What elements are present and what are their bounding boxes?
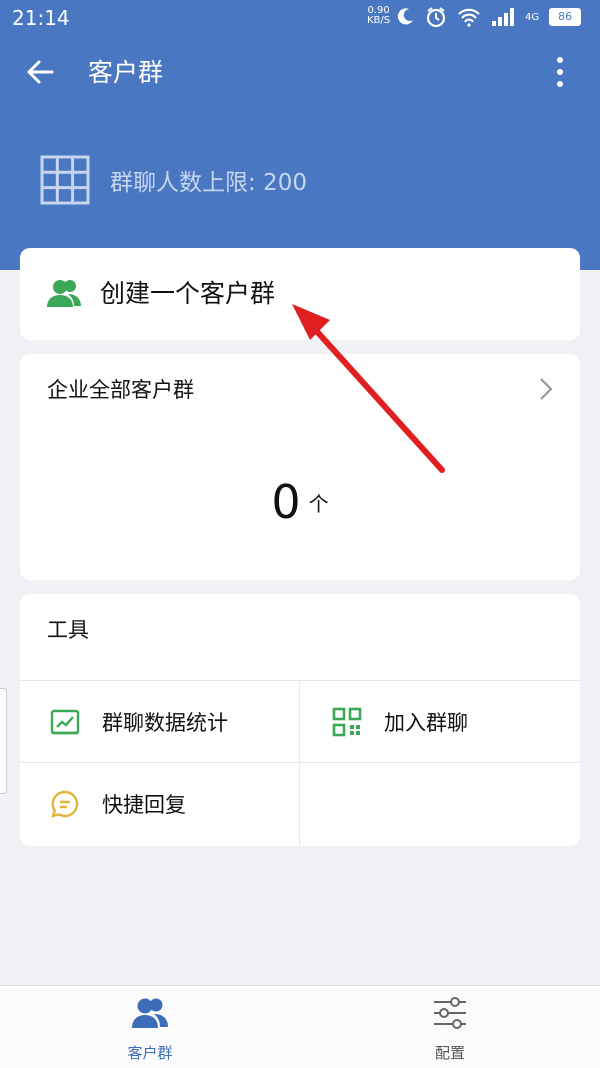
status-bar: 21:14 0.90 KB/S 4G 86 [0, 0, 600, 36]
tool-label: 快捷回复 [102, 793, 186, 817]
tab-label: 配置 [434, 1044, 465, 1062]
network-type: 4G [525, 11, 540, 23]
network-speed: 0.90 KB/S [367, 6, 390, 26]
tool-label: 加入群聊 [384, 711, 468, 735]
tools-card: 工具 群聊数据统计 加入群聊 快捷回复 [20, 594, 580, 846]
tool-label: 群聊数据统计 [102, 711, 228, 735]
battery-icon: 86 [549, 8, 582, 26]
status-icons: 4G 86 [395, 6, 582, 28]
chat-bubble-icon [51, 790, 79, 818]
group-count: 0个 [20, 472, 580, 532]
tool-group-stats[interactable]: 群聊数据统计 [20, 681, 299, 763]
chart-icon [50, 709, 80, 735]
chevron-right-icon [540, 378, 553, 400]
page-title: 客户群 [88, 58, 164, 87]
signal-icon [492, 8, 514, 26]
status-time: 21:14 [12, 6, 70, 30]
more-options-icon[interactable] [546, 54, 574, 90]
top-bar: 客户群 [0, 36, 600, 112]
people-icon [132, 998, 168, 1028]
network-speed-unit: KB/S [367, 15, 391, 26]
create-group-button[interactable]: 创建一个客户群 [20, 248, 580, 340]
bottom-tab-bar: 客户群 配置 [0, 985, 600, 1068]
back-arrow-icon[interactable] [24, 56, 56, 88]
tool-quick-reply[interactable]: 快捷回复 [20, 763, 299, 845]
tab-customer-groups[interactable]: 客户群 [90, 996, 210, 1063]
grid-icon [40, 155, 90, 205]
group-count-unit: 个 [308, 491, 329, 516]
wifi-icon [458, 8, 480, 27]
header: 21:14 0.90 KB/S 4G 86 客户群 群聊人数上限: 200 [0, 0, 600, 270]
create-group-label: 创建一个客户群 [100, 279, 276, 308]
all-groups-heading: 企业全部客户群 [47, 378, 194, 402]
alarm-icon [426, 7, 446, 28]
do-not-disturb-icon [397, 8, 413, 25]
qr-code-icon [332, 707, 362, 737]
tools-heading: 工具 [47, 618, 89, 642]
all-groups-card[interactable]: 企业全部客户群 0个 [20, 354, 580, 580]
tab-label: 客户群 [127, 1044, 173, 1062]
people-icon [47, 280, 81, 307]
group-limit-text: 群聊人数上限: 200 [110, 170, 307, 196]
sliders-icon [434, 997, 466, 1029]
group-limit-row: 群聊人数上限: 200 [40, 155, 307, 205]
tab-config[interactable]: 配置 [390, 996, 510, 1063]
group-count-value: 0 [271, 475, 301, 529]
tool-join-group[interactable]: 加入群聊 [300, 681, 579, 763]
side-drag-handle[interactable] [0, 688, 7, 794]
